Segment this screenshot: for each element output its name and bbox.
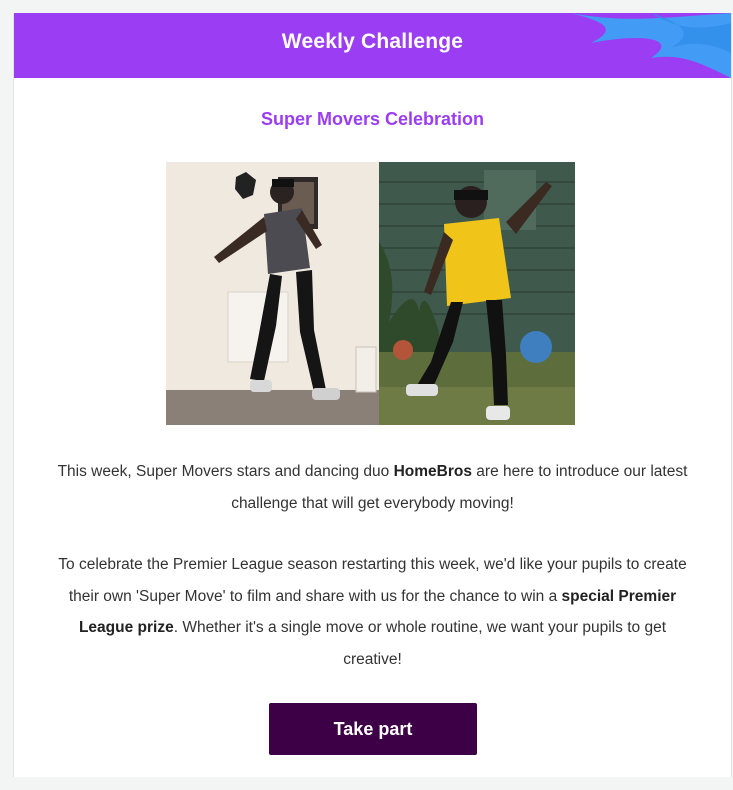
newsletter-card: Weekly Challenge Super Movers Celebratio… (13, 13, 732, 777)
photo-of-two-dancers-icon (166, 162, 575, 425)
intro-text-part1: This week, Super Movers stars and dancin… (57, 463, 394, 480)
intro-text-bold: HomeBros (393, 463, 472, 480)
section-subtitle: Super Movers Celebration (260, 109, 485, 129)
homebros-photo (166, 162, 575, 425)
header-banner: Weekly Challenge (14, 13, 731, 78)
header-title: Weekly Challenge (281, 30, 464, 53)
intro-paragraph: This week, Super Movers stars and dancin… (54, 456, 691, 519)
details-paragraph: To celebrate the Premier League season r… (54, 549, 691, 675)
take-part-button[interactable]: Take part (269, 703, 477, 755)
details-text-part2: . Whether it's a single move or whole ro… (173, 619, 667, 668)
email-background: Weekly Challenge Super Movers Celebratio… (0, 0, 733, 790)
